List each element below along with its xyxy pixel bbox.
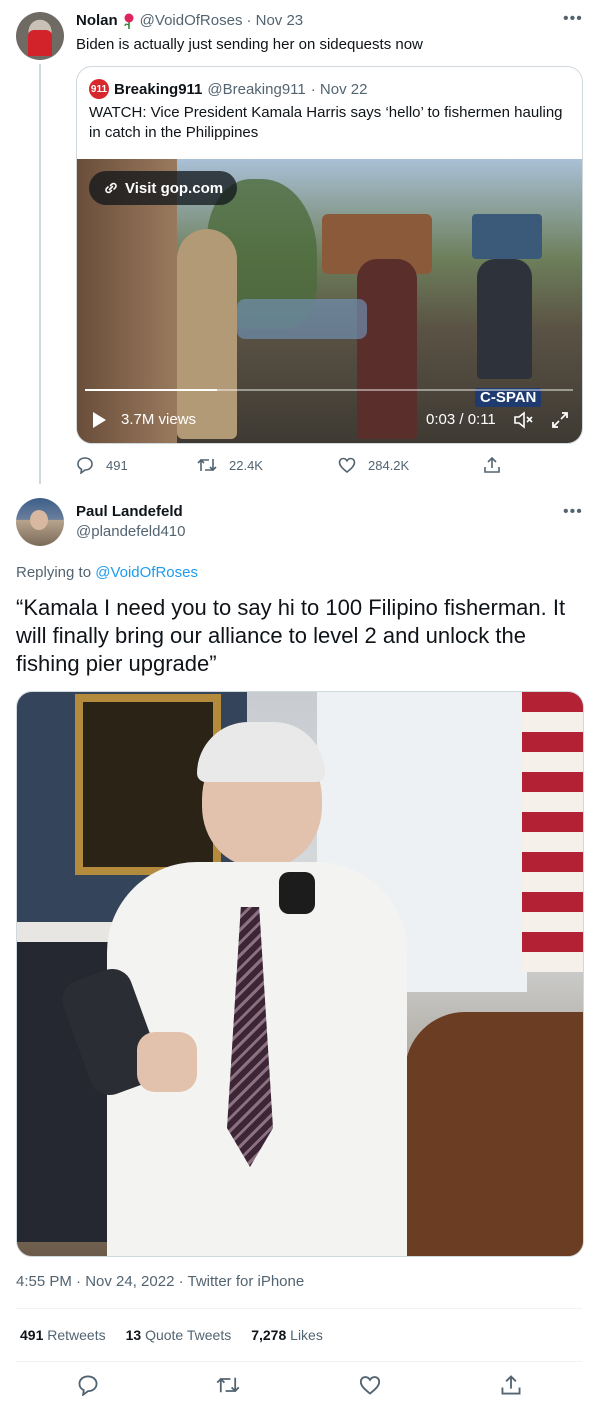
reply-button[interactable]: 491 xyxy=(76,456,128,474)
like-icon[interactable] xyxy=(359,1374,381,1396)
replying-to-label: Replying to xyxy=(16,564,92,581)
retweet-icon xyxy=(197,456,217,474)
thread-line xyxy=(39,64,41,484)
avatar-paul[interactable] xyxy=(16,498,64,546)
share-icon[interactable] xyxy=(483,456,501,479)
quotes-label: Quote Tweets xyxy=(145,1327,232,1343)
tweet-date[interactable]: · Nov 23 xyxy=(246,12,303,29)
reply-icon[interactable] xyxy=(77,1374,99,1396)
video-progress-fill xyxy=(85,389,217,391)
likes-count: 7,278 xyxy=(251,1327,287,1343)
retweet-button[interactable]: 22.4K xyxy=(197,456,263,474)
more-icon[interactable]: ••• xyxy=(563,10,583,28)
like-count: 284.2K xyxy=(368,457,410,473)
author-handle[interactable]: @VoidOfRoses xyxy=(140,12,243,29)
reply-icon xyxy=(76,456,94,474)
retweets-label: Retweets xyxy=(47,1327,106,1343)
rose-icon xyxy=(122,13,136,29)
quoted-video[interactable]: Visit gop.com C-SPAN 3.7M views 0:03 / 0… xyxy=(77,159,582,443)
quoted-tweet-card[interactable]: 911 Breaking911 @Breaking911 · Nov 22 WA… xyxy=(76,66,583,444)
main-tweet-text: “Kamala I need you to say hi to 100 Fili… xyxy=(16,595,566,676)
likes-stat[interactable]: 7,278 Likes xyxy=(251,1327,323,1343)
video-progress-track[interactable] xyxy=(85,389,573,391)
mute-icon[interactable] xyxy=(513,411,533,429)
flag xyxy=(522,692,583,972)
author-name[interactable]: Nolan xyxy=(76,12,118,29)
retweets-stat[interactable]: 491 Retweets xyxy=(20,1327,106,1343)
quoted-date[interactable]: · Nov 22 xyxy=(311,81,368,98)
view-count: 3.7M views xyxy=(121,411,197,428)
fullscreen-icon[interactable] xyxy=(551,411,569,429)
visit-link-label: Visit gop.com xyxy=(125,179,224,197)
avatar-breaking911[interactable]: 911 xyxy=(89,79,109,99)
retweets-count: 491 xyxy=(20,1327,44,1343)
reply-count: 491 xyxy=(106,457,128,473)
main-author-name[interactable]: Paul Landefeld xyxy=(76,503,183,520)
quoted-author-handle[interactable]: @Breaking911 xyxy=(207,81,305,98)
like-button[interactable]: 284.2K xyxy=(338,456,409,474)
quotes-count: 13 xyxy=(125,1327,142,1343)
retweet-icon[interactable] xyxy=(216,1374,240,1396)
stats-row: 491 Retweets 13 Quote Tweets 7,278 Likes xyxy=(20,1327,323,1343)
replying-to-link[interactable]: @VoidOfRoses xyxy=(95,564,198,581)
quotes-stat[interactable]: 13 Quote Tweets xyxy=(126,1327,232,1343)
likes-label: Likes xyxy=(290,1327,323,1343)
visit-link-button[interactable]: Visit gop.com xyxy=(89,171,238,205)
divider xyxy=(16,1308,582,1309)
link-icon xyxy=(103,180,119,196)
avatar-nolan[interactable] xyxy=(16,12,64,60)
retweet-count: 22.4K xyxy=(229,457,263,473)
more-icon[interactable]: ••• xyxy=(563,503,583,521)
divider xyxy=(16,1361,582,1362)
tweet-text: Biden is actually just sending her on si… xyxy=(76,36,423,53)
tweet-image[interactable] xyxy=(16,691,584,1257)
video-time: 0:03 / 0:11 xyxy=(426,411,496,428)
portrait-painting xyxy=(75,694,221,875)
tweet-timestamp[interactable]: 4:55 PM · Nov 24, 2022 · Twitter for iPh… xyxy=(16,1273,304,1290)
quoted-author-name[interactable]: Breaking911 xyxy=(114,81,202,98)
play-icon[interactable] xyxy=(91,411,107,429)
share-icon[interactable] xyxy=(500,1374,522,1396)
phone xyxy=(279,872,315,914)
main-author-handle[interactable]: @plandefeld410 xyxy=(76,523,185,540)
like-icon xyxy=(338,456,356,474)
quoted-text: WATCH: Vice President Kamala Harris says… xyxy=(89,104,563,141)
